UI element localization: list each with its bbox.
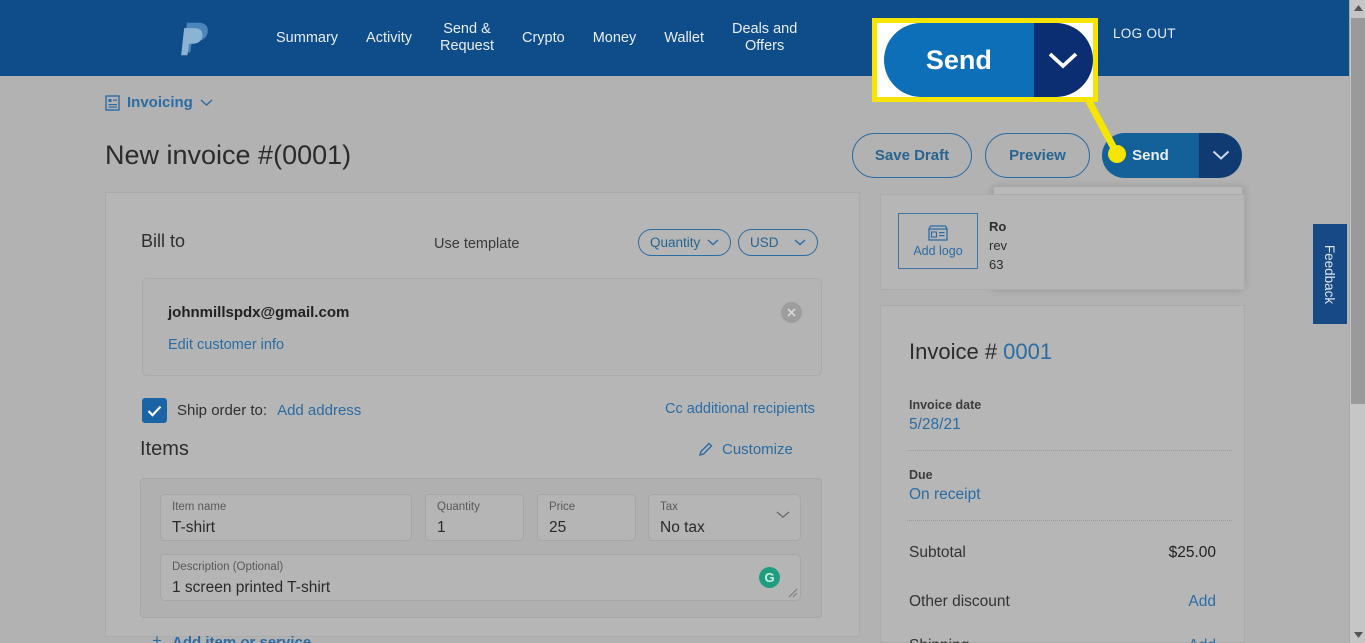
business-name: Ro (989, 219, 1007, 234)
business-info: Ro rev 63 (989, 217, 1007, 274)
bill-to-heading: Bill to (141, 231, 186, 251)
shipping-label: Shipping (909, 637, 969, 643)
ship-order-row: Ship order to: Add address (142, 398, 361, 423)
price-value: 25 (549, 519, 567, 536)
invoice-title-prefix: Invoice # (909, 339, 1004, 364)
add-address-link[interactable]: Add address (277, 402, 361, 419)
save-draft-button[interactable]: Save Draft (852, 133, 972, 178)
chevron-down-icon (776, 511, 790, 519)
description-value: 1 screen printed T-shirt (172, 579, 331, 596)
scroll-up-arrow-icon[interactable] (1350, 0, 1365, 16)
quantity-label: Quantity (437, 501, 480, 513)
price-field[interactable]: Price 25 (537, 494, 636, 541)
plus-icon: + (152, 631, 162, 643)
chevron-down-icon (794, 239, 806, 246)
item-name-value: T-shirt (172, 519, 216, 536)
business-line-3: 63 (989, 257, 1004, 272)
invoice-date-label: Invoice date (909, 398, 982, 412)
cc-additional-recipients-link[interactable]: Cc additional recipients (665, 401, 815, 417)
paypal-p-logo-icon (181, 22, 208, 56)
description-label: Description (Optional) (172, 561, 284, 573)
other-discount-label: Other discount (909, 593, 1010, 610)
subtotal-value: $25.00 (1168, 544, 1216, 561)
currency-select-value: USD (750, 235, 779, 250)
add-logo-label: Add logo (913, 244, 963, 258)
scrollbar-thumb[interactable] (1351, 18, 1365, 404)
edit-customer-info-link[interactable]: Edit customer info (168, 337, 284, 353)
due-value[interactable]: On receipt (909, 486, 981, 504)
invoice-date-value[interactable]: 5/28/21 (909, 416, 961, 434)
logout-button[interactable]: LOG OUT (1113, 26, 1176, 41)
tax-value: No tax (660, 519, 705, 536)
storefront-icon (928, 225, 948, 241)
nav-item-wallet[interactable]: Wallet (650, 30, 718, 47)
page-scrollbar[interactable] (1349, 0, 1365, 643)
callout-send-label: Send (884, 23, 1034, 97)
scroll-down-arrow-icon[interactable] (1350, 627, 1365, 643)
add-logo-button[interactable]: Add logo (898, 213, 978, 269)
business-line-2: rev (989, 238, 1008, 253)
checkmark-icon (147, 405, 162, 417)
nav-item-crypto[interactable]: Crypto (508, 30, 579, 47)
quantity-value: 1 (437, 519, 446, 536)
customer-card: johnmillspdx@gmail.com Edit customer inf… (142, 278, 822, 376)
use-template-label: Use template (434, 236, 520, 252)
item-name-field[interactable]: Item name T-shirt (160, 494, 412, 541)
document-list-icon (105, 94, 120, 111)
nav-item-activity[interactable]: Activity (352, 30, 426, 47)
pencil-icon[interactable] (697, 441, 714, 458)
nav-item-send-request[interactable]: Send & Request (426, 21, 508, 55)
price-label: Price (549, 501, 576, 513)
subtotal-label: Subtotal (909, 544, 966, 561)
chevron-down-icon (1049, 52, 1078, 68)
feedback-tab[interactable]: Feedback (1313, 224, 1347, 324)
description-field[interactable]: Description (Optional) 1 screen printed … (160, 554, 801, 601)
page-title: New invoice #(0001) (105, 140, 352, 170)
send-dropdown-toggle[interactable] (1199, 133, 1242, 178)
main-nav: Summary Activity Send & Request Crypto M… (262, 0, 811, 76)
app-root: Summary Activity Send & Request Crypto M… (0, 0, 1365, 643)
callout-send-caret (1033, 23, 1093, 97)
shipping-add-link[interactable]: Add (1188, 637, 1216, 643)
invoice-number[interactable]: 0001 (1003, 339, 1052, 364)
ship-order-checkbox[interactable] (142, 398, 167, 423)
customize-link[interactable]: Customize (722, 441, 793, 458)
currency-select[interactable]: USD (738, 229, 818, 256)
ship-order-label: Ship order to: (177, 402, 268, 419)
chevron-down-icon (707, 239, 719, 246)
due-label: Due (909, 468, 933, 482)
send-button-callout-magnifier: Send (872, 18, 1098, 102)
template-select[interactable]: Quantity (638, 229, 732, 256)
nav-item-deals-and-offers[interactable]: Deals and Offers (718, 21, 811, 55)
add-item-or-service-link[interactable]: Add item or service (172, 634, 311, 643)
divider (907, 520, 1232, 521)
close-circle-icon[interactable] (781, 302, 802, 323)
send-button[interactable]: Send (1102, 133, 1199, 178)
quantity-field[interactable]: Quantity 1 (425, 494, 524, 541)
nav-item-summary[interactable]: Summary (262, 30, 352, 47)
other-discount-add-link[interactable]: Add (1188, 593, 1216, 611)
customer-email: johnmillspdx@gmail.com (168, 304, 350, 321)
template-select-value: Quantity (650, 235, 701, 250)
feedback-label: Feedback (1322, 244, 1338, 304)
chevron-down-icon (200, 98, 213, 106)
preview-button[interactable]: Preview (985, 133, 1090, 178)
tax-label: Tax (660, 501, 678, 513)
items-heading: Items (140, 438, 189, 460)
send-button-group: Send (1102, 133, 1242, 178)
tax-select-field[interactable]: Tax No tax (648, 494, 801, 541)
invoice-summary-card: Invoice # 0001 Invoice date 5/28/21 Due … (880, 305, 1245, 643)
divider (907, 450, 1232, 451)
logo-card: Add logo Ro rev 63 (880, 194, 1245, 290)
breadcrumb[interactable]: Invoicing (105, 94, 213, 111)
top-nav-bar: Summary Activity Send & Request Crypto M… (0, 0, 1349, 76)
resize-handle-icon[interactable] (788, 588, 798, 598)
chevron-down-icon (1212, 150, 1229, 160)
breadcrumb-label: Invoicing (127, 94, 193, 111)
item-name-label: Item name (172, 501, 227, 513)
invoice-number-heading: Invoice # 0001 (909, 339, 1052, 365)
nav-item-money[interactable]: Money (579, 30, 651, 47)
grammarly-icon[interactable]: G (759, 567, 780, 588)
